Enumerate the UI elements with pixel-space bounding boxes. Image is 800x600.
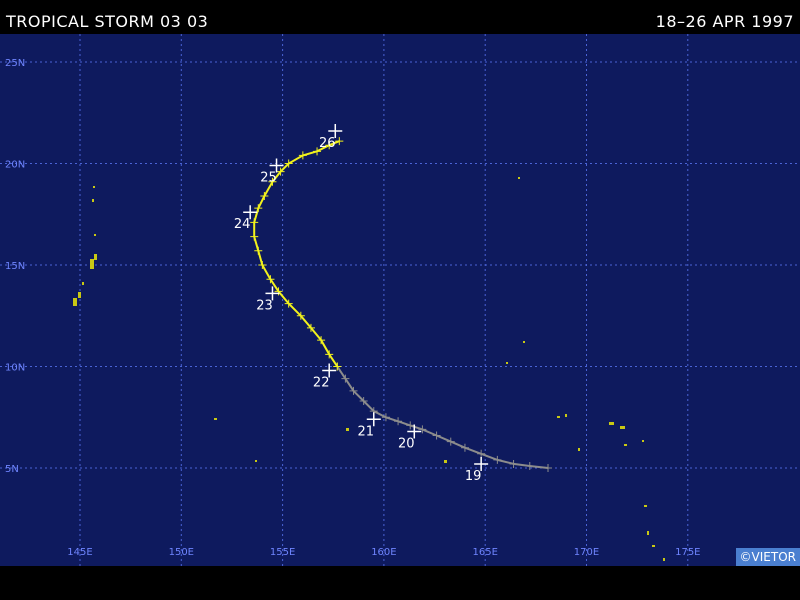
lat-label: 25N: [5, 58, 25, 69]
island: [518, 177, 520, 179]
lon-label: 155E: [270, 547, 295, 558]
island: [523, 341, 525, 343]
island: [90, 259, 94, 269]
island: [609, 422, 614, 425]
track-map: 19 20 21 22 23 24 25 26 145E 150E 155E 160E 165E 170…: [0, 34, 800, 566]
island: [557, 416, 560, 418]
credit-badge: ©VIETOR: [735, 548, 800, 566]
day-label: 23: [256, 298, 273, 313]
lat-label: 15N: [5, 261, 25, 272]
header-bar: TROPICAL STORM 03 03 18–26 APR 1997: [0, 0, 800, 34]
island: [620, 426, 625, 429]
island: [78, 292, 81, 298]
footer-bar: [0, 566, 800, 600]
island: [93, 186, 95, 188]
date-range: 18–26 APR 1997: [655, 12, 794, 31]
island: [73, 298, 77, 306]
island: [255, 460, 257, 462]
island: [652, 545, 655, 547]
island: [644, 505, 647, 507]
lon-label: 150E: [169, 547, 194, 558]
lon-label: 160E: [371, 547, 396, 558]
island: [647, 531, 649, 535]
island: [506, 362, 508, 364]
day-label: 25: [260, 171, 277, 186]
lon-label: 170E: [574, 547, 599, 558]
island: [565, 414, 567, 417]
island: [346, 428, 349, 431]
island: [82, 282, 84, 285]
lat-label: 20N: [5, 160, 25, 171]
day-label: 24: [234, 217, 251, 232]
lat-label: 10N: [5, 363, 25, 374]
island: [94, 234, 96, 236]
lon-label: 165E: [472, 547, 497, 558]
island: [624, 444, 627, 446]
island: [214, 418, 217, 420]
island: [663, 558, 665, 561]
island: [444, 460, 447, 463]
island: [92, 199, 94, 202]
ocean-background: [0, 34, 800, 566]
day-label: 26: [319, 136, 336, 151]
day-label: 21: [357, 424, 374, 439]
day-label: 20: [398, 436, 415, 451]
lon-label: 145E: [67, 547, 92, 558]
lon-label: 175E: [675, 547, 700, 558]
storm-title: TROPICAL STORM 03 03: [6, 12, 209, 31]
lat-label: 5N: [5, 464, 19, 475]
day-label: 22: [313, 376, 330, 391]
island: [642, 440, 644, 442]
island: [578, 448, 580, 451]
island: [94, 254, 97, 260]
day-label: 19: [465, 469, 482, 484]
